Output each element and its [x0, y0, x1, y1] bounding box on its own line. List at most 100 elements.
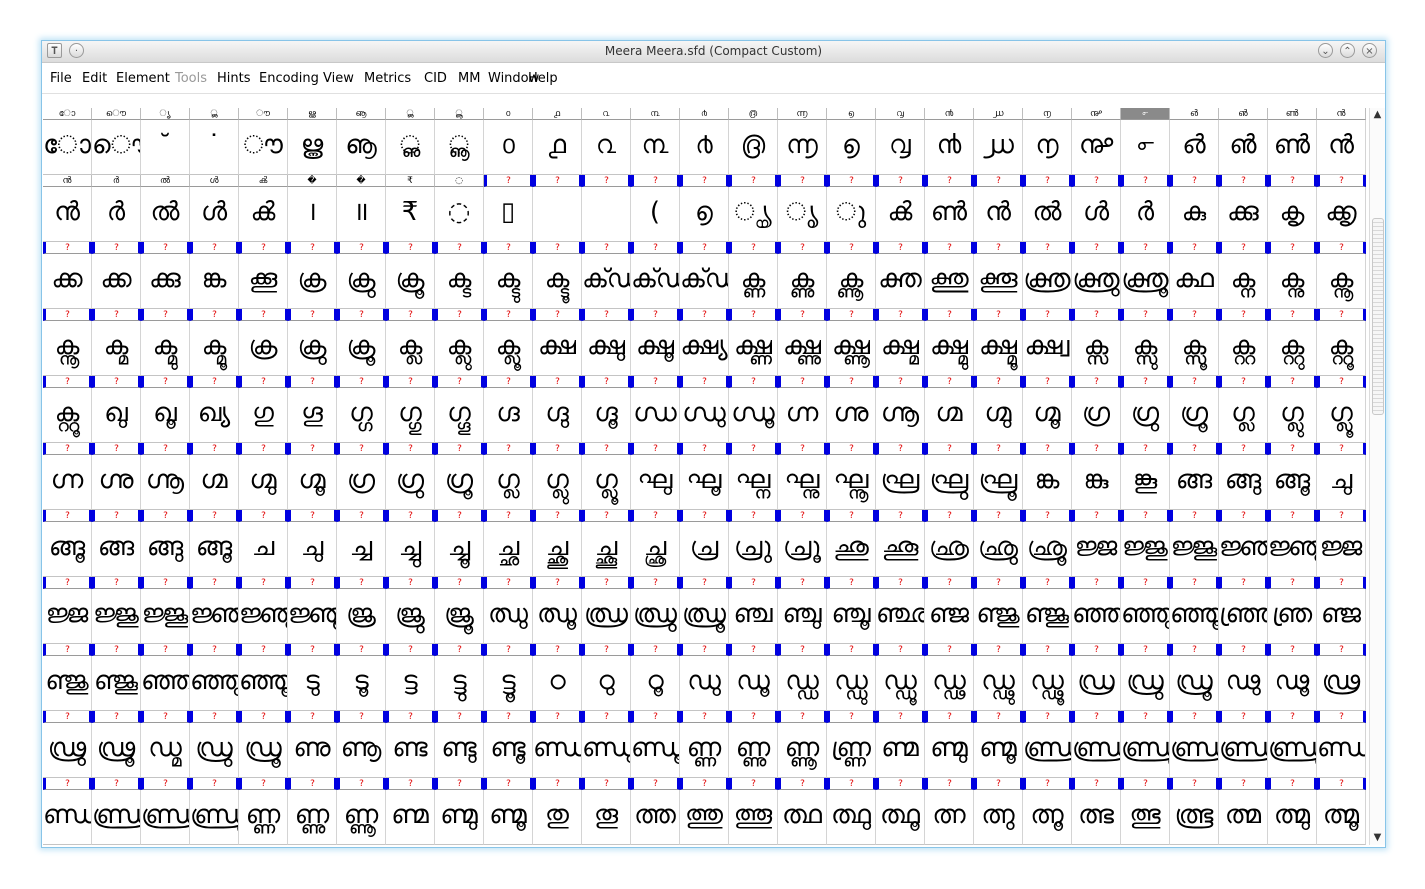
glyph-cell[interactable]: ൪൪	[680, 108, 729, 175]
menu-hints[interactable]: Hints	[217, 71, 251, 86]
glyph-cell[interactable]: ? ഡ്മ	[141, 711, 190, 778]
glyph-cell[interactable]: ൨൨	[582, 108, 631, 175]
glyph-cell[interactable]: ? തു	[533, 778, 582, 845]
glyph-cell[interactable]: ? ക്രു	[288, 309, 337, 376]
glyph-cell[interactable]: � ॥	[337, 175, 386, 242]
glyph-cell[interactable]: ? ക്രൂ	[386, 242, 435, 309]
glyph-cell[interactable]: ൦൦	[484, 108, 533, 175]
glyph-cell[interactable]: ? ട്ട	[386, 644, 435, 711]
glyph-cell[interactable]: ? ക്ര	[288, 242, 337, 309]
glyph-cell[interactable]: ? ചു	[288, 510, 337, 577]
glyph-cell[interactable]: ? ഘ്രു	[925, 443, 974, 510]
glyph-cell[interactable]: ൠൠ	[288, 108, 337, 175]
glyph-cell[interactable]: ? ഗ്ര	[1072, 376, 1121, 443]
glyph-cell[interactable]: ? ത്ഭു	[1121, 778, 1170, 845]
glyph-cell[interactable]: ? ക്ത്രു	[1072, 242, 1121, 309]
glyph-cell[interactable]: ? ക്ന	[1219, 242, 1268, 309]
glyph-cell[interactable]: ? ങ്ങ	[1170, 443, 1219, 510]
glyph-cell[interactable]: ? ക്ല	[386, 309, 435, 376]
glyph-cell[interactable]: ? ഗ്ല	[484, 443, 533, 510]
glyph-cell[interactable]: ? ഘ്രൂ	[974, 443, 1023, 510]
menu-mm[interactable]: MM	[458, 71, 480, 86]
glyph-cell[interactable]: ൻൻ	[1317, 108, 1366, 175]
glyph-cell[interactable]: ? ച്ഛു	[533, 510, 582, 577]
glyph-cell[interactable]: ? ടൂ	[337, 644, 386, 711]
glyph-cell[interactable]: ? ജ്രൂ	[435, 577, 484, 644]
glyph-cell[interactable]: ? ഢു	[1219, 644, 1268, 711]
glyph-cell[interactable]: ? ക്ടൂ	[533, 242, 582, 309]
glyph-cell[interactable]: ? ഗ്ര	[337, 443, 386, 510]
glyph-cell[interactable]: ?ണ്ഡ്യു	[43, 778, 92, 845]
glyph-cell[interactable]: ?ണ്ഡ്രു	[1072, 711, 1121, 778]
glyph-cell[interactable]: ൱൱	[1023, 108, 1072, 175]
glyph-cell[interactable]: ? ക്മു	[141, 309, 190, 376]
glyph-cell[interactable]: ? ണ്മ	[386, 778, 435, 845]
glyph-cell[interactable]: ൳൳	[1121, 108, 1170, 175]
glyph-cell[interactable]: ? ൽ	[1023, 175, 1072, 242]
glyph-cell[interactable]: ? ഡ്രു	[1121, 644, 1170, 711]
glyph-cell[interactable]: ? ത്ഥ	[778, 778, 827, 845]
glyph-cell[interactable]: ? ണ്ണ	[239, 778, 288, 845]
glyph-cell[interactable]: ? ഡ്രൂ	[239, 711, 288, 778]
glyph-cell[interactable]: ? ക്സു	[1121, 309, 1170, 376]
glyph-cell[interactable]: ?ണ്ഡ്രൂ	[1268, 711, 1317, 778]
glyph-cell[interactable]: ? ഗൂ	[288, 376, 337, 443]
glyph-cell[interactable]: ? ണ്മൂ	[484, 778, 533, 845]
glyph-cell[interactable]: ? ക്ലു	[435, 309, 484, 376]
glyph-cell[interactable]: ? ക്റ്റു	[1268, 309, 1317, 376]
glyph-cell[interactable]: ? ഡ്ര	[1072, 644, 1121, 711]
glyph-cell[interactable]: ? ജ്ര	[337, 577, 386, 644]
glyph-cell[interactable]: � ।	[288, 175, 337, 242]
glyph-cell[interactable]: ? ച്ഛൂ	[582, 510, 631, 577]
glyph-cell[interactable]: ൺൺ	[1268, 108, 1317, 175]
glyph-cell[interactable]: ? ക്രൂ	[337, 309, 386, 376]
glyph-cell[interactable]: ? ഢൂ	[1268, 644, 1317, 711]
glyph-cell[interactable]: ? ൻ	[974, 175, 1023, 242]
glyph-cell[interactable]: ? ത്മ	[1219, 778, 1268, 845]
glyph-cell[interactable]: ? ഗ്രു	[1121, 376, 1170, 443]
glyph-cell[interactable]: ?ജ്ഞു	[239, 577, 288, 644]
glyph-cell[interactable]: ? ക്ട	[435, 242, 484, 309]
glyph-cell[interactable]: ? കൃ	[1268, 175, 1317, 242]
glyph-cell[interactable]: ? ണ്ടൂ	[484, 711, 533, 778]
glyph-cell[interactable]: ?ണ്ഡ്രൂ	[1121, 711, 1170, 778]
glyph-cell[interactable]: ?ു	[827, 175, 876, 242]
glyph-cell[interactable]: ? ഗ്ലു	[533, 443, 582, 510]
glyph-cell[interactable]: ? ക്കൃ	[1317, 175, 1366, 242]
glyph-cell[interactable]: ? ഢ്രു	[43, 711, 92, 778]
glyph-cell[interactable]: ? ജ്ജു	[92, 577, 141, 644]
glyph-cell[interactable]: ? ങ്ങ	[92, 510, 141, 577]
glyph-cell[interactable]: ?ണ്ഡ്രൂ	[190, 778, 239, 845]
glyph-cell[interactable]: ? ഠൂ	[631, 644, 680, 711]
glyph-cell[interactable]: ? ഝു	[484, 577, 533, 644]
glyph-cell[interactable]: ◌ ◌	[435, 175, 484, 242]
glyph-cell[interactable]: ?ണ്ഡ്യ	[1317, 711, 1366, 778]
menu-help[interactable]: Help	[528, 71, 558, 86]
glyph-cell[interactable]: ? ത്ഭ	[1072, 778, 1121, 845]
menu-element[interactable]: Element	[116, 71, 170, 86]
glyph-cell[interactable]: ? ഢ്ര	[1317, 644, 1366, 711]
glyph-cell[interactable]: ? ഡ്ഢു	[974, 644, 1023, 711]
glyph-cell[interactable]: ? ഗ്നൂ	[141, 443, 190, 510]
glyph-cell[interactable]: ? ഝ്രു	[631, 577, 680, 644]
glyph-cell[interactable]: ? ങ്കു	[1072, 443, 1121, 510]
glyph-cell[interactable]: ? ഘൂ	[680, 443, 729, 510]
glyph-cell[interactable]: ? ങ്ങൂ	[190, 510, 239, 577]
glyph-cell[interactable]: ? ത്ത	[631, 778, 680, 845]
glyph-cell[interactable]: ? ക്തൂ	[974, 242, 1023, 309]
glyph-cell[interactable]: ? ഗ്ധു	[680, 376, 729, 443]
glyph-cell[interactable]: ? ജ്ജ	[1072, 510, 1121, 577]
glyph-cell[interactable]: ? ക്ഷ്യ	[680, 309, 729, 376]
glyph-cell[interactable]: ?ക്ഢ	[582, 242, 631, 309]
glyph-cell[interactable]: ?ജ്ഞ	[190, 577, 239, 644]
glyph-cell[interactable]: ? ണ്മു	[435, 778, 484, 845]
glyph-cell[interactable]: ൿൿ	[239, 175, 288, 242]
menu-metrics[interactable]: Metrics	[364, 71, 411, 86]
glyph-cell[interactable]: ? ഞ്ചു	[778, 577, 827, 644]
glyph-cell[interactable]: ? ഗ്ദ	[484, 376, 533, 443]
glyph-cell[interactable]: ? ങ്കൂ	[1121, 443, 1170, 510]
glyph-cell[interactable]: ? ത്മൂ	[1317, 778, 1366, 845]
glyph-cell[interactable]: ൰൰	[974, 108, 1023, 175]
glyph-cell[interactable]: ? ജ്ജ	[1317, 510, 1366, 577]
glyph-cell[interactable]: ? ഗ്മൂ	[288, 443, 337, 510]
